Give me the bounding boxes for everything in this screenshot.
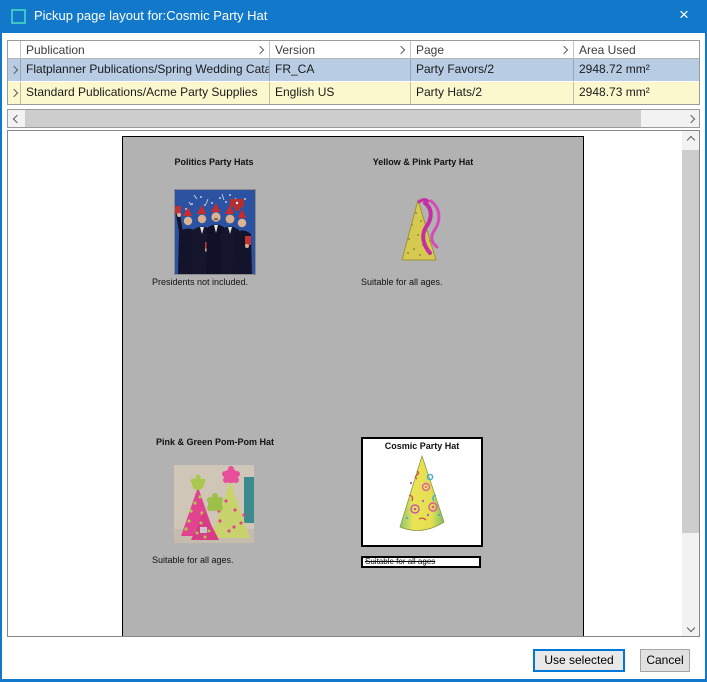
table-row[interactable]: Standard Publications/Acme Party Supplie… [8,82,699,104]
header-selector-cell [8,41,21,59]
preview-item-title: Cosmic Party Hat [363,441,481,451]
page-cell: Party Hats/2 [411,82,574,104]
column-header-label: Area Used [579,43,636,57]
preview-item-title: Yellow & Pink Party Hat [353,157,493,167]
preview-item-caption: Suitable for all ages. [152,555,234,565]
horizontal-scrollbar[interactable] [7,109,700,128]
scroll-up-button[interactable] [682,131,699,148]
scroll-right-button[interactable] [682,110,699,127]
row-arrow-icon [10,66,18,74]
yellow-pink-hat-image[interactable] [399,197,451,263]
column-header-label: Publication [26,43,85,57]
chevron-down-icon [686,623,694,631]
page-cell: Party Favors/2 [411,59,574,81]
cancel-button[interactable]: Cancel [640,649,690,672]
area-used-cell: 2948.73 mm² [574,82,699,104]
row-selector-cell [8,82,21,104]
dialog-title: Pickup page layout for:Cosmic Party Hat [34,0,267,33]
column-header-version[interactable]: Version [270,41,411,59]
page-layout-preview-panel: Politics Party Hats [7,130,700,637]
column-header-page[interactable]: Page [411,41,574,59]
publication-cell: Flatplanner Publications/Spring Wedding … [21,59,270,81]
row-selector-cell [8,59,21,81]
version-cell: English US [270,82,411,104]
results-table: Publication Version Page Area Used Flatp… [7,40,700,105]
preview-item-caption: Presidents not included. [152,277,248,287]
scroll-down-button[interactable] [682,619,699,636]
dialog-border-left [0,33,2,682]
version-cell: FR_CA [270,59,411,81]
politics-party-hats-image[interactable] [174,189,256,275]
preview-item-caption: Suitable for all ages. [361,277,443,287]
preview-item-title: Politics Party Hats [144,157,284,167]
close-icon: × [679,5,689,24]
area-used-cell: 2948.72 mm² [574,59,699,81]
app-icon [11,9,26,24]
column-header-label: Version [275,43,315,57]
scroll-left-button[interactable] [8,110,25,127]
cosmic-hat-image [395,453,449,537]
sort-chevron-icon [560,46,568,54]
column-header-label: Page [416,43,444,57]
page-preview: Politics Party Hats [122,136,584,637]
vertical-scrollbar[interactable] [682,131,699,636]
pompom-hat-image[interactable] [174,465,254,543]
chevron-up-icon [686,135,694,143]
chevron-right-icon [686,114,694,122]
horizontal-scrollbar-thumb[interactable] [25,110,641,127]
sort-chevron-icon [397,46,405,54]
sort-chevron-icon [256,46,264,54]
close-button[interactable]: × [661,0,707,32]
pickup-page-layout-dialog: Pickup page layout for:Cosmic Party Hat … [0,0,707,682]
publication-cell: Standard Publications/Acme Party Supplie… [21,82,270,104]
use-selected-button[interactable]: Use selected [533,649,625,672]
vertical-scrollbar-thumb[interactable] [682,150,699,533]
row-arrow-icon [10,89,18,97]
titlebar: Pickup page layout for:Cosmic Party Hat … [0,0,707,33]
table-row[interactable]: Flatplanner Publications/Spring Wedding … [8,59,699,82]
column-header-area-used[interactable]: Area Used [574,41,699,59]
cosmic-selected-box[interactable]: Cosmic Party Hat [361,437,483,547]
chevron-left-icon [12,114,20,122]
cosmic-caption-box[interactable]: Suitable for all ages [361,556,481,568]
preview-item-title: Pink & Green Pom-Pom Hat [145,437,285,447]
column-header-publication[interactable]: Publication [21,41,270,59]
table-header-row: Publication Version Page Area Used [8,41,699,59]
